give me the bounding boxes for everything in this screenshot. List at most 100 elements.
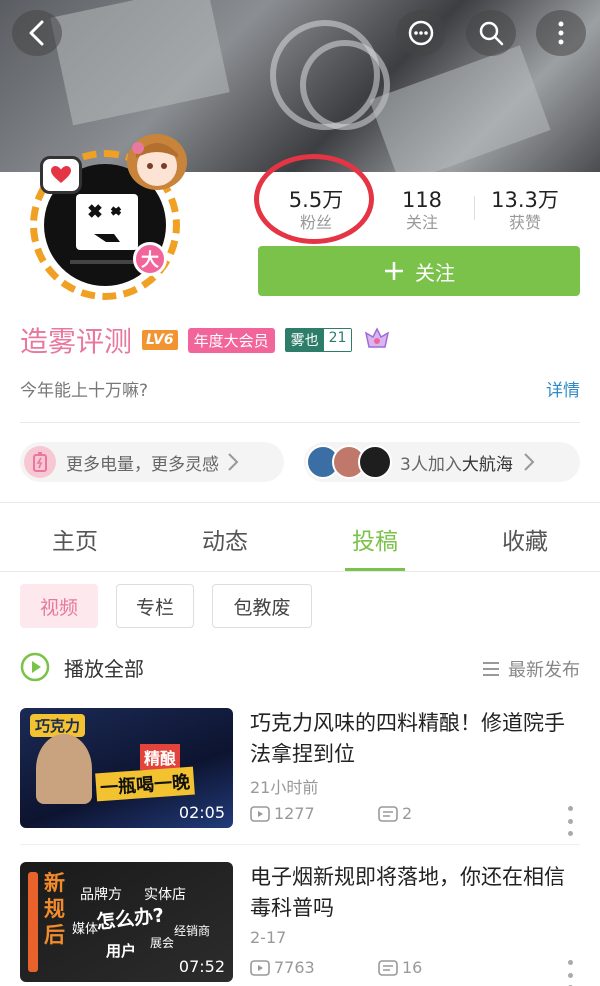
search-icon [479, 21, 504, 46]
fleet-strong: 大航海 [461, 454, 513, 475]
tab-dynamics[interactable]: 动态 [150, 506, 300, 571]
video-time: 21小时前 [250, 778, 319, 797]
banner-block-art [50, 0, 230, 126]
stat-likes-count: 13.3万 [491, 188, 559, 212]
comment-count-icon [378, 805, 398, 822]
fleet-pill[interactable]: 3人加入 大航海 [304, 442, 580, 482]
thumb-text: 巧克力 [30, 714, 86, 737]
video-duration: 07:52 [178, 957, 225, 976]
video-views: 1277 [250, 804, 378, 823]
follow-button-label: 关注 [415, 260, 455, 285]
video-views-count: 1277 [274, 804, 315, 823]
profile-tabs: 主页 动态 投稿 收藏 [0, 506, 600, 572]
search-button[interactable] [466, 10, 516, 56]
thumb-text: 品牌方 [80, 887, 122, 903]
chevron-right-icon [228, 453, 239, 471]
avatar-area[interactable]: 大 [30, 134, 187, 300]
video-title[interactable]: 巧克力风味的四料精酿！修道院手法拿捏到位 [250, 708, 580, 770]
fan-medal-name: 雾也 [285, 329, 324, 351]
thumb-text: 精酿 [140, 744, 181, 770]
name-row: 造雾评测 LV6 年度大会员 雾也 21 [20, 320, 392, 360]
video-duration: 02:05 [178, 803, 225, 822]
stats-bar: 5.5万 粉丝 118 关注 13.3万 获赞 [258, 182, 580, 238]
tab-home[interactable]: 主页 [0, 506, 150, 571]
video-comments-count: 16 [402, 958, 423, 977]
fleet-avatars [306, 445, 392, 479]
divider [20, 422, 580, 423]
filter-chip-series[interactable]: 包教废 [212, 584, 312, 628]
filter-chip-column[interactable]: 专栏 [116, 584, 194, 628]
stat-fans[interactable]: 5.5万 粉丝 [258, 182, 374, 238]
level-badge[interactable]: LV6 [142, 330, 178, 350]
chevron-right-icon [524, 453, 535, 471]
follow-button[interactable]: 关注 [258, 246, 580, 296]
filter-chip-video[interactable]: 视频 [20, 584, 98, 628]
anime-girl-pendant-icon [127, 134, 187, 190]
charge-text: 更多电量，更多灵感 [66, 454, 219, 475]
plus-icon [385, 262, 403, 280]
message-icon [408, 20, 434, 46]
big-member-badge: 大 [133, 242, 167, 276]
thumb-person [36, 734, 92, 804]
video-meta: 1277 2 [250, 804, 580, 823]
video-item[interactable]: 新 规 后 品牌方 实体店 怎么办? 媒体 经销商 展会 用户 07:52 电子… [20, 862, 580, 986]
list-icon [483, 662, 499, 676]
thumb-text: 一瓶喝一晚 [95, 766, 195, 802]
fan-medal[interactable]: 雾也 21 [284, 328, 353, 352]
video-comments: 2 [378, 804, 412, 823]
video-item[interactable]: 巧克力 精酿 一瓶喝一晚 02:05 巧克力风味的四料精酿！修道院手法拿捏到位 … [20, 708, 580, 838]
vip-badge[interactable]: 年度大会员 [187, 327, 275, 353]
thumb-text: 用户 [106, 942, 137, 960]
thumb-text: 展会 [150, 936, 175, 950]
stat-following-count: 118 [401, 188, 443, 212]
video-comments-count: 2 [402, 804, 413, 823]
fan-medal-level: 21 [323, 329, 352, 351]
video-thumbnail[interactable]: 巧克力 精酿 一瓶喝一晚 02:05 [20, 708, 233, 828]
thumb-text: 媒体 [72, 922, 99, 937]
divider [0, 502, 600, 503]
sort-selector[interactable]: 最新发布 [482, 656, 580, 682]
video-more-button[interactable] [568, 960, 574, 986]
video-title[interactable]: 电子烟新规即将落地，你还在相信毒科普吗 [250, 862, 580, 924]
play-count-icon [250, 959, 270, 976]
banner-block-art [369, 45, 551, 172]
play-all-button[interactable]: 播放全部 [20, 652, 144, 682]
video-views-count: 7763 [274, 958, 315, 977]
charge-pill[interactable]: 更多电量，更多灵感 [20, 442, 284, 482]
play-circle-icon [20, 652, 50, 682]
back-arrow-icon [29, 20, 44, 46]
stats-divider [474, 196, 475, 220]
stat-likes-label: 获赞 [508, 213, 541, 232]
back-button[interactable] [12, 10, 62, 56]
tab-uploads[interactable]: 投稿 [300, 506, 450, 571]
signature: 今年能上十万嘛? [20, 381, 149, 401]
video-thumbnail[interactable]: 新 规 后 品牌方 实体店 怎么办? 媒体 经销商 展会 用户 07:52 [20, 862, 233, 982]
video-meta: 7763 16 [250, 958, 580, 977]
play-all-label: 播放全部 [64, 656, 144, 681]
fleet-avatar [358, 445, 392, 479]
stat-following[interactable]: 118 关注 [374, 182, 470, 238]
stat-likes[interactable]: 13.3万 获赞 [470, 182, 580, 238]
divider [20, 844, 580, 845]
more-button[interactable] [536, 10, 586, 56]
crown-badge-icon[interactable] [362, 325, 392, 355]
video-more-button[interactable] [568, 806, 574, 836]
video-views: 7763 [250, 958, 378, 977]
fleet-prefix: 3人加入 [400, 454, 462, 475]
video-comments: 16 [378, 958, 422, 977]
heart-bubble-icon [40, 156, 82, 194]
username: 造雾评测 [20, 325, 133, 358]
message-button[interactable] [396, 10, 446, 56]
stat-fans-label: 粉丝 [299, 213, 332, 232]
thumb-vape-device [28, 872, 38, 972]
video-time: 2-17 [250, 928, 287, 947]
tab-favorites[interactable]: 收藏 [450, 506, 600, 571]
thumb-text: 经销商 [174, 924, 211, 938]
play-count-icon [250, 805, 270, 822]
comment-count-icon [378, 959, 398, 976]
detail-link[interactable]: 详情 [546, 376, 580, 401]
stat-fans-count: 5.5万 [288, 188, 344, 212]
thumb-text: 怎么办? [95, 904, 166, 934]
thumb-text: 新 规 后 [44, 871, 65, 947]
stat-following-label: 关注 [405, 213, 438, 232]
